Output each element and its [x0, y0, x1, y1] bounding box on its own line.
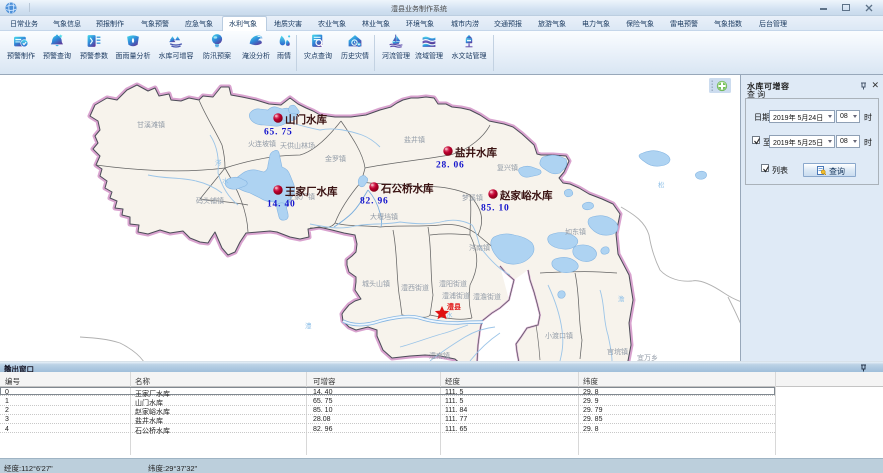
svg-text:澧西街道: 澧西街道	[401, 283, 429, 292]
svg-text:王家厂水库: 王家厂水库	[285, 185, 338, 198]
svg-text:涔南镇: 涔南镇	[469, 243, 490, 252]
svg-text:如东镇: 如东镇	[565, 227, 586, 236]
svg-text:澧澹街道: 澧澹街道	[473, 292, 501, 301]
svg-text:涔: 涔	[215, 158, 222, 167]
svg-text:盐井水库: 盐井水库	[455, 146, 497, 159]
svg-text:大堰垱镇: 大堰垱镇	[370, 212, 398, 221]
svg-text:宜万乡: 宜万乡	[637, 353, 658, 361]
svg-text:松: 松	[658, 180, 665, 189]
svg-text:石公桥水库: 石公桥水库	[380, 182, 434, 195]
svg-text:甘溪滩镇: 甘溪滩镇	[137, 120, 165, 129]
svg-text:澧南镇: 澧南镇	[429, 351, 450, 360]
svg-text:码头铺镇: 码头铺镇	[196, 196, 224, 205]
svg-text:水: 水	[222, 176, 229, 185]
svg-text:城头山镇: 城头山镇	[362, 279, 390, 288]
svg-text:官垸镇: 官垸镇	[607, 347, 628, 356]
svg-text:澧县: 澧县	[447, 302, 461, 311]
svg-text:澧: 澧	[305, 321, 312, 330]
svg-text:65. 75: 65. 75	[264, 128, 293, 138]
svg-text:梦溪镇: 梦溪镇	[462, 193, 483, 202]
svg-text:28. 06: 28. 06	[436, 161, 465, 171]
svg-text:澧浦街道: 澧浦街道	[442, 291, 470, 300]
svg-text:金罗镇: 金罗镇	[325, 154, 346, 163]
svg-text:澧阳街道: 澧阳街道	[439, 279, 467, 288]
svg-text:小渡口镇: 小渡口镇	[545, 331, 573, 340]
svg-text:盐井镇: 盐井镇	[404, 135, 425, 144]
svg-text:14. 40: 14. 40	[267, 200, 296, 210]
svg-text:82. 96: 82. 96	[360, 197, 389, 207]
svg-text:火连坡镇: 火连坡镇	[248, 139, 276, 148]
svg-text:赵家峪水库: 赵家峪水库	[499, 189, 553, 202]
svg-text:复兴镇: 复兴镇	[497, 163, 518, 172]
svg-text:澹: 澹	[618, 294, 625, 303]
svg-text:山门水库: 山门水库	[285, 113, 327, 126]
svg-text:85. 10: 85. 10	[481, 204, 510, 214]
svg-text:天供山林场: 天供山林场	[280, 141, 315, 150]
